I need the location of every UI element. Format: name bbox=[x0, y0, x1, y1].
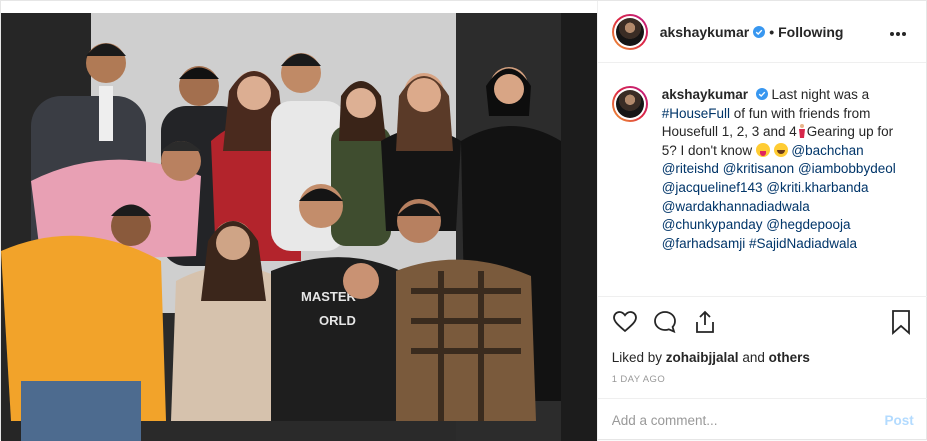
post-photo[interactable]: MASTER ORLD bbox=[1, 1, 597, 441]
caption-username[interactable]: akshaykumar bbox=[662, 87, 748, 102]
mention-link[interactable]: @bachchan bbox=[791, 143, 863, 158]
laughing-emoji-icon bbox=[773, 142, 788, 157]
liked-by-user[interactable]: zohaibjjalal bbox=[666, 350, 739, 365]
post-header: akshaykumar • Following bbox=[597, 1, 926, 63]
mention-link[interactable]: @hegdepooja bbox=[766, 217, 850, 232]
mention-link[interactable]: @jacquelinef143 bbox=[662, 180, 763, 195]
more-options-icon[interactable] bbox=[890, 23, 912, 41]
following-button[interactable]: Following bbox=[778, 24, 843, 40]
dancer-emoji-icon bbox=[798, 124, 805, 139]
heart-icon[interactable] bbox=[612, 309, 638, 335]
comment-icon[interactable] bbox=[652, 309, 678, 335]
bookmark-icon[interactable] bbox=[888, 309, 914, 335]
hashtag-sajid[interactable]: #SajidNadiadwala bbox=[749, 236, 857, 251]
svg-text:ORLD: ORLD bbox=[319, 313, 356, 328]
comment-input[interactable] bbox=[611, 412, 885, 428]
instagram-post: MASTER ORLD akshaykumar • Following aksh… bbox=[0, 0, 927, 441]
post-comment-button[interactable]: Post bbox=[884, 413, 913, 428]
likes-others[interactable]: others bbox=[769, 350, 810, 365]
author-username[interactable]: akshaykumar bbox=[660, 24, 750, 40]
comment-bar: Post bbox=[597, 398, 927, 441]
post-side-panel: akshaykumar • Following akshaykumar Last… bbox=[596, 1, 927, 441]
verified-badge-icon bbox=[755, 88, 768, 100]
post-actions: Liked by zohaibjjalal and others 1 day a… bbox=[597, 296, 927, 406]
mention-link[interactable]: @kritisanon bbox=[723, 161, 794, 176]
likes-prefix: Liked by bbox=[611, 350, 662, 365]
mention-link[interactable]: @wardakhannadiadwala bbox=[662, 199, 810, 214]
post-timestamp[interactable]: 1 day ago bbox=[612, 374, 914, 385]
mention-link[interactable]: @kriti.kharbanda bbox=[766, 180, 868, 195]
photo-top-margin bbox=[1, 1, 597, 13]
tongue-emoji-icon bbox=[755, 142, 770, 157]
mention-link[interactable]: @riteishd bbox=[662, 161, 719, 176]
verified-badge-icon bbox=[753, 25, 766, 38]
author-avatar[interactable] bbox=[611, 13, 648, 50]
separator-dot: • bbox=[769, 23, 775, 40]
hashtag-housefull[interactable]: #HouseFull bbox=[662, 106, 730, 121]
likes-joiner: and bbox=[742, 350, 765, 365]
likes-summary: Liked by zohaibjjalal and others bbox=[612, 350, 914, 365]
mention-link[interactable]: @chunkypanday bbox=[662, 217, 763, 232]
caption-area: akshaykumar Last night was a #HouseFull … bbox=[598, 64, 927, 296]
mention-link[interactable]: @farhadsamji bbox=[662, 236, 746, 251]
caption-avatar[interactable] bbox=[611, 86, 648, 122]
mention-link[interactable]: @iambobbydeol bbox=[798, 161, 896, 176]
share-icon[interactable] bbox=[692, 309, 718, 335]
caption-text: akshaykumar Last night was a #HouseFull … bbox=[662, 86, 912, 253]
group-photo-illustration: MASTER ORLD bbox=[1, 1, 597, 441]
caption-text-1: Last night was a bbox=[771, 87, 870, 102]
